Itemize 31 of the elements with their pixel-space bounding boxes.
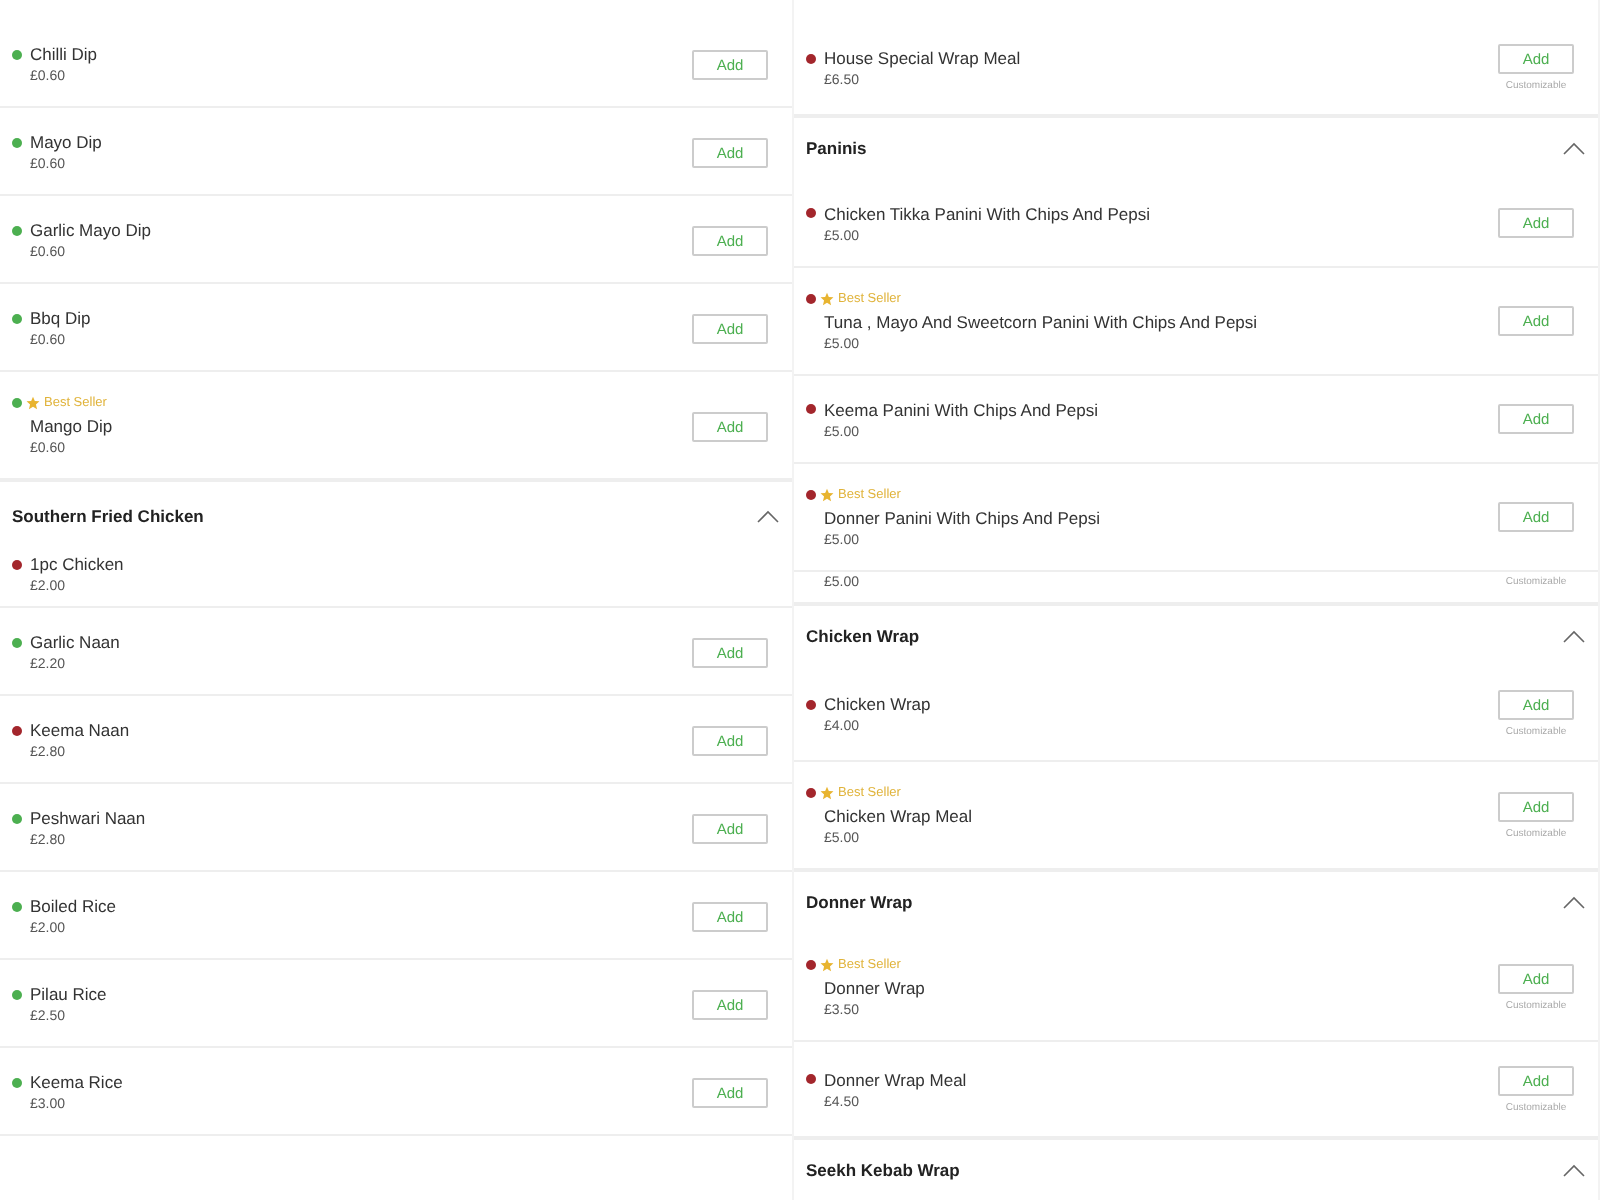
section-title: Chicken Wrap [806, 625, 920, 646]
chevron-up-icon[interactable] [1562, 1161, 1586, 1178]
item-name: Boiled Rice [30, 896, 116, 916]
item-name: Chicken Wrap [824, 694, 931, 714]
chevron-up-icon[interactable] [1562, 140, 1586, 157]
item-name: Donner Wrap [824, 977, 925, 997]
section-title: Southern Fried Chicken [12, 506, 204, 526]
item-name: Chicken Tikka Panini With Chips And Pepsi [824, 203, 1150, 223]
item-name: Bbq Dip [30, 308, 91, 328]
item-name: Donner Wrap Meal [824, 1069, 967, 1089]
section-title: Seekh Kebab Wrap [806, 1159, 960, 1180]
section-title: Donner Wrap [806, 892, 913, 913]
chevron-up-icon[interactable] [1562, 894, 1586, 911]
item-name: Pilau Rice [30, 984, 107, 1004]
item-name: Donner Panini With Chips And Pepsi [824, 507, 1100, 527]
item-name: 1pc Chicken [30, 554, 124, 574]
chevron-up-icon[interactable] [756, 508, 780, 524]
item-name: Chilli Dip [30, 44, 98, 64]
item-name: Keema Rice [30, 1072, 123, 1092]
item-name: Keema Panini With Chips And Pepsi [824, 399, 1099, 419]
item-name: Peshwari Naan [30, 808, 146, 828]
item-name: House Special Wrap Meal [824, 48, 1021, 68]
item-name: Chicken Wrap Meal [824, 806, 973, 826]
chevron-up-icon[interactable] [1562, 627, 1586, 644]
item-name: Garlic Naan [30, 632, 120, 652]
item-name: Mayo Dip [30, 132, 102, 152]
item-name: Mango Dip [30, 416, 113, 436]
item-name: Keema Naan [30, 720, 130, 740]
item-name: Tuna , Mayo And Sweetcorn Panini With Chips And Pepsi [824, 311, 1258, 331]
section-title: Paninis [806, 138, 867, 159]
item-name: Garlic Mayo Dip [30, 220, 151, 240]
